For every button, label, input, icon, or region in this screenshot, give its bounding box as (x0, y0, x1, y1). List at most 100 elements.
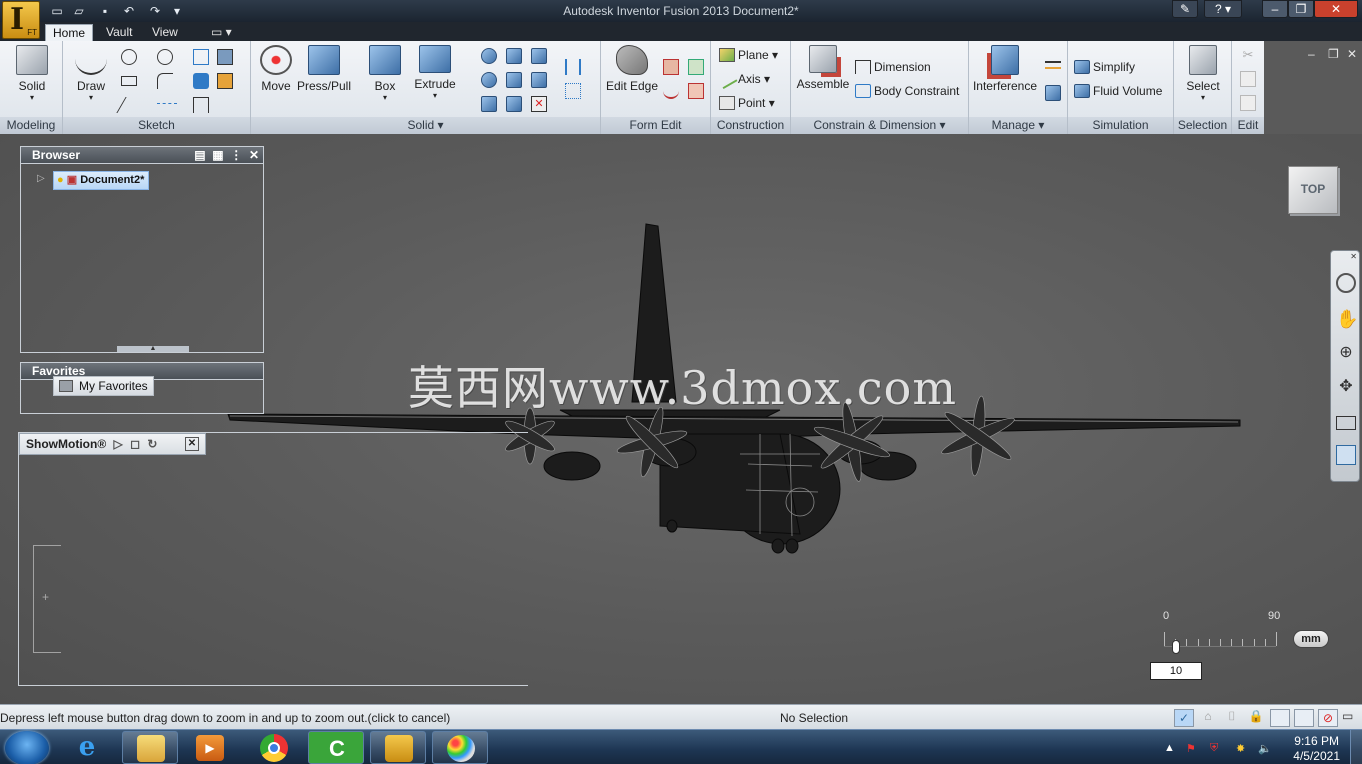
extrude-button[interactable]: Extrude ▾ (413, 45, 457, 100)
tray-expand-icon[interactable]: ▲ (1164, 742, 1175, 754)
orbit-icon[interactable]: ✥ (1336, 377, 1356, 397)
body-constraint-button[interactable]: Body Constraint (855, 84, 959, 98)
box-button[interactable]: Box ▾ (365, 45, 405, 102)
split-icon[interactable] (531, 72, 547, 88)
pattern-icon[interactable] (565, 83, 581, 99)
add-shot-icon[interactable]: + (42, 590, 49, 604)
stretch-icon[interactable] (688, 59, 704, 75)
browser-expand-icon[interactable]: ▦ (212, 148, 223, 162)
showmotion-nav-icon[interactable] (1336, 445, 1356, 465)
tab-view[interactable]: View (145, 24, 185, 41)
shell-icon[interactable] (506, 48, 522, 64)
plane-button[interactable]: Plane ▾ (719, 48, 778, 62)
copy-icon[interactable] (1240, 71, 1256, 87)
tweak-face-icon[interactable] (663, 59, 679, 75)
sweep-icon[interactable] (481, 72, 497, 88)
axis-button[interactable]: Axis ▾ (716, 68, 770, 90)
circle-tangent-icon[interactable] (157, 49, 173, 65)
explode-icon[interactable] (1045, 85, 1061, 101)
start-button[interactable] (5, 731, 49, 764)
tree-expand-icon[interactable]: ▷ (37, 173, 45, 184)
pan-icon[interactable]: ✋ (1336, 309, 1358, 329)
tray-flag-icon[interactable]: ⚑ (1186, 742, 1196, 755)
browser-resize-handle[interactable]: ▲ (117, 345, 189, 352)
point-button[interactable]: Point ▾ (719, 96, 775, 110)
interference-button[interactable]: Interference (971, 45, 1039, 93)
maximize-button[interactable]: ❐ (1288, 0, 1314, 18)
taskbar-inventor[interactable] (370, 731, 426, 764)
status-grid-icon[interactable]: ⌂ (1198, 709, 1218, 727)
draw-button[interactable]: Draw ▾ (71, 45, 111, 102)
fillet-icon[interactable] (157, 73, 173, 89)
loft-icon[interactable] (506, 72, 522, 88)
app-menu-button[interactable]: I FT (2, 1, 40, 39)
clock[interactable]: 9:16 PM 4/5/2021 (1293, 734, 1340, 764)
navbar-close-icon[interactable]: ✕ (1350, 252, 1357, 261)
look-at-icon[interactable] (1336, 416, 1356, 430)
tray-network-icon[interactable]: ✸ (1236, 742, 1245, 755)
unit-button[interactable]: mm (1293, 630, 1329, 648)
close-button[interactable]: ✕ (1314, 0, 1358, 18)
assemble-button[interactable]: Assemble (795, 45, 851, 91)
taskbar-chrome-icon[interactable] (260, 734, 288, 762)
taper-icon[interactable] (688, 83, 704, 99)
status-lock-icon[interactable]: 🔒 (1246, 709, 1266, 727)
steering-wheel-icon[interactable] (1336, 273, 1356, 293)
mirror-icon[interactable] (565, 59, 581, 75)
move-button[interactable]: Move (257, 45, 295, 93)
status-edit-icon[interactable] (1294, 709, 1314, 727)
play-icon[interactable]: ▷ (114, 437, 123, 451)
circle-icon[interactable] (121, 49, 137, 65)
fluid-volume-button[interactable]: Fluid Volume (1074, 84, 1162, 98)
help-tools-icon[interactable]: ✎ (1172, 0, 1198, 18)
combine-icon[interactable] (531, 48, 547, 64)
cut-icon[interactable]: ✂ (1240, 47, 1256, 63)
tray-security-icon[interactable]: ⛨ (1210, 742, 1218, 755)
doc-restore-icon[interactable]: ❐ (1328, 47, 1339, 61)
tab-home[interactable]: Home (45, 24, 94, 41)
show-desktop-button[interactable] (1350, 730, 1362, 764)
image-icon[interactable] (217, 49, 233, 65)
dimension-sketch-icon[interactable] (193, 97, 209, 113)
revolve-icon[interactable] (481, 48, 497, 64)
offset-icon[interactable] (193, 73, 209, 89)
scale-ruler[interactable]: 0 90 mm 10 (1150, 604, 1335, 684)
help-icon[interactable]: ? ▾ (1204, 0, 1242, 18)
loop-icon[interactable]: ↻ (147, 437, 157, 451)
edit-sketch-icon[interactable] (217, 73, 233, 89)
my-favorites-button[interactable]: My Favorites (53, 376, 154, 396)
taskbar-media-icon[interactable]: ▶ (196, 735, 224, 761)
stop-icon[interactable]: ◻ (130, 437, 140, 451)
status-check-icon[interactable]: ✓ (1174, 709, 1194, 727)
arc-icon[interactable] (116, 97, 142, 113)
hole-icon[interactable] (481, 96, 497, 112)
doc-close-icon[interactable]: ✕ (1347, 47, 1357, 61)
browser-menu-icon[interactable]: ⋮ (230, 148, 242, 162)
edit-edge-button[interactable]: Edit Edge (605, 45, 659, 93)
status-layout-icon[interactable]: ▭ (1342, 709, 1360, 727)
showmotion-strip[interactable]: + (33, 545, 61, 653)
tree-node-document[interactable]: ● ▣ Document2* (53, 171, 150, 190)
viewcube[interactable]: TOP (1288, 166, 1338, 214)
doc-minimize-icon[interactable]: – (1308, 47, 1315, 61)
minimize-button[interactable]: – (1262, 0, 1288, 18)
ruler-value-field[interactable]: 10 (1150, 662, 1202, 680)
paste-icon[interactable] (1240, 95, 1256, 111)
graphics-viewport[interactable]: 莫西网www.3dmox.com Browser ▤ ▦ ⋮ ✕ ▷ ● ▣ D… (0, 134, 1362, 704)
zoom-icon[interactable]: ⊕ (1336, 343, 1356, 363)
bend-icon[interactable] (663, 83, 679, 99)
rectangle-icon[interactable] (121, 76, 137, 86)
taskbar-paint[interactable] (432, 731, 488, 764)
browser-close-icon[interactable]: ✕ (249, 148, 259, 162)
status-window-icon[interactable] (1270, 709, 1290, 727)
delete-face-icon[interactable]: ✕ (531, 96, 547, 112)
dimension-button[interactable]: Dimension (855, 60, 931, 74)
select-button[interactable]: Select ▾ (1182, 45, 1224, 102)
tab-vault[interactable]: Vault (99, 24, 139, 41)
ruler-slider-handle[interactable] (1172, 640, 1180, 654)
showmotion-close-icon[interactable]: ✕ (185, 437, 199, 451)
taskbar-explorer[interactable] (122, 731, 178, 764)
taskbar-camtasia[interactable]: C (308, 731, 364, 764)
thicken-icon[interactable] (506, 96, 522, 112)
browser-filter-icon[interactable]: ▤ (194, 148, 205, 162)
